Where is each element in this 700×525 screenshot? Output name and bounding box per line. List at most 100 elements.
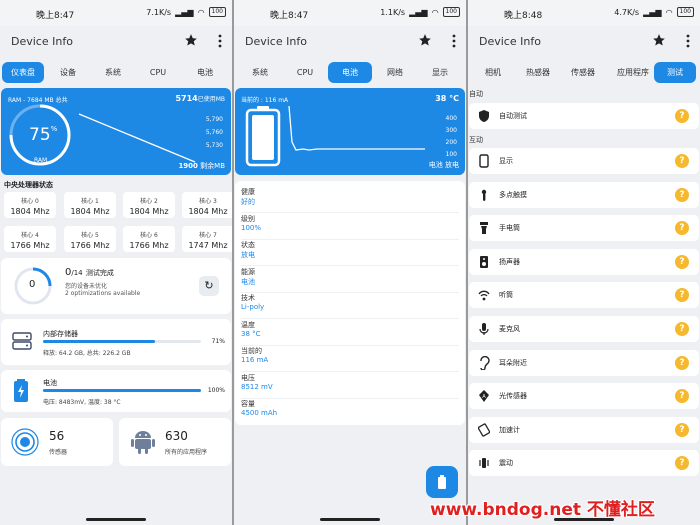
test-item[interactable]: 耳朵附近? bbox=[469, 349, 699, 376]
refresh-button[interactable]: ↻ bbox=[199, 276, 219, 296]
batt-axis-3: 200 bbox=[445, 139, 457, 146]
help-icon[interactable]: ? bbox=[675, 355, 689, 370]
test-item[interactable]: 自动测试? bbox=[469, 103, 699, 129]
tab-item[interactable]: 应用程序 bbox=[608, 62, 658, 83]
cpu-core-label: 核心 2 bbox=[140, 198, 158, 205]
help-icon[interactable]: ? bbox=[675, 187, 689, 202]
status-time: 晚上8:47 bbox=[36, 11, 75, 21]
cpu-core-cell: 核心 2 1804 Mhz bbox=[123, 192, 175, 218]
battery-property-label: 容量 bbox=[241, 400, 255, 408]
test-item[interactable]: A 光传感器? bbox=[469, 383, 699, 410]
battery-property-label: 状态 bbox=[241, 241, 255, 249]
favorite-star-icon[interactable] bbox=[184, 33, 198, 47]
svg-text:A: A bbox=[482, 394, 486, 400]
more-menu-icon[interactable] bbox=[218, 34, 222, 48]
test-item[interactable]: 多点触摸? bbox=[469, 181, 699, 208]
battery-property-value: 100% bbox=[241, 223, 262, 232]
favorite-star-icon[interactable] bbox=[652, 33, 666, 47]
battery-property-row: 级别 100% bbox=[241, 214, 459, 240]
help-icon[interactable]: ? bbox=[675, 254, 689, 269]
earpiece-icon bbox=[478, 291, 490, 301]
help-icon[interactable]: ? bbox=[675, 322, 689, 336]
network-speed: 7.1K/s bbox=[146, 7, 172, 17]
apps-card[interactable]: 630 所有的应用程序 bbox=[119, 418, 231, 466]
tab-item[interactable]: 相机 bbox=[472, 62, 514, 83]
test-item[interactable]: 听筒? bbox=[469, 282, 699, 309]
ram-card[interactable]: RAM - 7684 MB 总共 5714已使用MB 75% RAM 5,790… bbox=[1, 88, 231, 175]
tab-item[interactable]: CPU bbox=[283, 62, 327, 83]
battery-card[interactable]: 电池 100% 电压: 8483mV, 温度: 38 °C bbox=[1, 370, 231, 412]
tab-item[interactable]: 电池 bbox=[328, 62, 372, 83]
tab-item[interactable]: 显示 bbox=[418, 62, 462, 83]
network-speed: 4.7K/s bbox=[614, 7, 640, 17]
test-item-name: 多点触摸 bbox=[499, 190, 527, 199]
test-item[interactable]: 显示? bbox=[469, 148, 699, 174]
more-menu-icon[interactable] bbox=[686, 34, 690, 48]
tab-label: 网络 bbox=[387, 68, 403, 77]
battery-property-label: 能源 bbox=[241, 267, 255, 276]
battery-icon: 100 bbox=[442, 7, 460, 17]
tab-item[interactable]: 网络 bbox=[373, 62, 417, 83]
test-item[interactable]: 麦克风? bbox=[469, 316, 699, 342]
test-item[interactable]: 加速计? bbox=[469, 416, 699, 443]
cpu-core-label: 核心 7 bbox=[199, 232, 217, 239]
ram-free-suffix: 剩余MB bbox=[200, 162, 225, 170]
tab-item[interactable]: CPU bbox=[137, 62, 179, 83]
cpu-core-label: 核心 6 bbox=[140, 232, 158, 239]
test-item-name: 震动 bbox=[499, 459, 513, 468]
favorite-star-icon[interactable] bbox=[418, 33, 432, 47]
tab-label: 设备 bbox=[60, 68, 76, 77]
storage-card[interactable]: 内部存储器 71% 释放: 64.2 GB, 总共: 226.2 GB bbox=[1, 319, 231, 365]
help-icon[interactable]: ? bbox=[675, 154, 689, 168]
cpu-core-frequency: 1747 Mhz bbox=[188, 241, 228, 250]
test-item[interactable]: 手电筒? bbox=[469, 215, 699, 242]
storage-progress-fill bbox=[43, 340, 156, 343]
battery-property-row: 能源 电池 bbox=[241, 267, 459, 293]
battery-property-value: Li-poly bbox=[241, 303, 265, 311]
battery-progress-track bbox=[43, 389, 201, 392]
tab-item[interactable]: 传感器 bbox=[562, 62, 604, 83]
help-icon[interactable]: ? bbox=[675, 221, 689, 236]
help-icon[interactable]: ? bbox=[675, 288, 689, 303]
home-indicator[interactable] bbox=[86, 518, 146, 521]
cpu-core-cell: 核心 3 1804 Mhz bbox=[182, 192, 232, 218]
apps-label: 所有的应用程序 bbox=[165, 449, 208, 456]
test-item[interactable]: 震动? bbox=[469, 450, 699, 477]
help-icon[interactable]: ? bbox=[675, 456, 689, 471]
storage-percent: 71% bbox=[211, 338, 225, 345]
tests-done-label: 测试完成 bbox=[85, 269, 114, 277]
battery-property-value: 116 mA bbox=[241, 356, 269, 364]
cpu-core-cell: 核心 6 1766 Mhz bbox=[123, 226, 175, 252]
tab-item[interactable]: 仪表盘 bbox=[2, 62, 44, 83]
tab-item[interactable]: 设备 bbox=[47, 62, 89, 83]
help-icon[interactable]: ? bbox=[675, 389, 689, 404]
tab-item[interactable]: 热感器 bbox=[516, 62, 560, 83]
ram-percent: 75 bbox=[29, 125, 51, 145]
storage-title: 内部存储器 bbox=[43, 330, 78, 338]
cpu-core-label: 核心 3 bbox=[199, 198, 217, 205]
tab-item[interactable]: 系统 bbox=[238, 62, 282, 83]
ram-percent-sign: % bbox=[50, 125, 58, 133]
more-menu-icon[interactable] bbox=[452, 34, 456, 48]
cpu-core-frequency: 1804 Mhz bbox=[10, 207, 50, 216]
tests-done-total: /14 bbox=[71, 269, 83, 277]
tab-label: 传感器 bbox=[571, 68, 595, 77]
tab-item[interactable]: 测试 bbox=[654, 62, 696, 83]
battery-properties-card: 健康 好的 级别 100% 状态 放电 能源 电池 技术 Li-poly 温度 38 °C 当前的 116… bbox=[235, 181, 465, 425]
home-indicator[interactable] bbox=[320, 518, 380, 521]
wifi-icon: ◠ bbox=[665, 7, 673, 17]
battery-title: 电池 bbox=[43, 379, 57, 387]
help-icon[interactable]: ? bbox=[675, 109, 689, 123]
battery-current-chart bbox=[288, 105, 425, 151]
battery-property-label: 当前的 bbox=[241, 347, 262, 355]
sensors-card[interactable]: 56 传感器 bbox=[1, 418, 113, 466]
tab-item[interactable]: 系统 bbox=[92, 62, 134, 83]
help-icon[interactable]: ? bbox=[675, 422, 689, 437]
tab-item[interactable]: 电池 bbox=[182, 62, 228, 83]
battery-property-row: 状态 放电 bbox=[241, 240, 459, 266]
cpu-core-frequency: 1766 Mhz bbox=[10, 241, 50, 250]
cpu-core-frequency: 1766 Mhz bbox=[129, 241, 169, 250]
battery-property-value: 8512 mV bbox=[241, 382, 273, 391]
test-item[interactable]: 扬声器? bbox=[469, 248, 699, 275]
optimization-card[interactable]: 0 0/14 测试完成 您的设备未优化 2 optimizations avai… bbox=[1, 258, 231, 314]
